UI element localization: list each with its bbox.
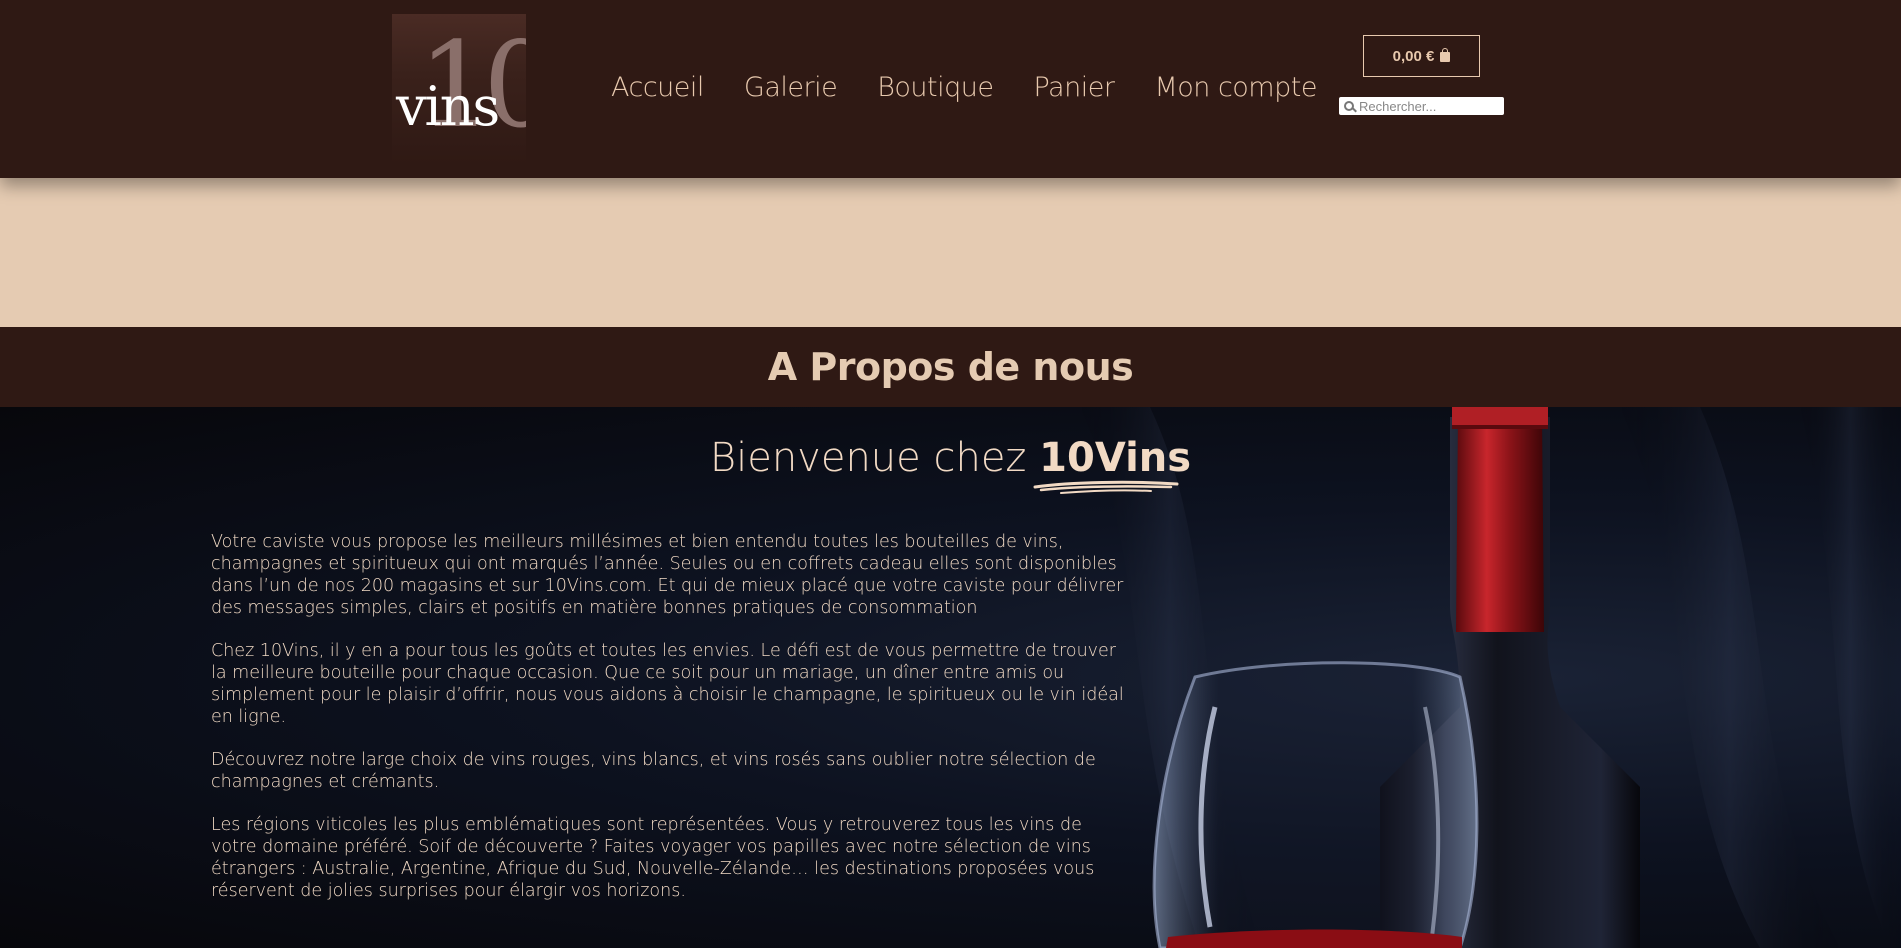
page-title: A Propos de nous — [767, 345, 1134, 389]
main-nav: Accueil Galerie Boutique Panier Mon comp… — [611, 72, 1317, 103]
search-box[interactable] — [1339, 97, 1504, 115]
about-paragraph: Découvrez notre large choix de vins roug… — [211, 750, 1096, 792]
welcome-prefix: Bienvenue chez — [709, 435, 1027, 481]
shopping-bag-icon — [1440, 48, 1451, 62]
site-header: 10 vins Accueil Galerie Boutique Panier … — [0, 0, 1901, 178]
welcome-brand-text: 10Vins — [1039, 435, 1192, 481]
search-input[interactable] — [1359, 98, 1499, 114]
welcome-heading: Bienvenue chez 10Vins — [0, 435, 1901, 494]
cart-total: 0,00 € — [1392, 47, 1435, 65]
cart-button[interactable]: 0,00 € — [1363, 35, 1480, 77]
wine-bottle-glass-image — [1152, 407, 1640, 948]
logo[interactable]: 10 vins — [392, 14, 526, 164]
nav-item-panier[interactable]: Panier — [1033, 72, 1114, 103]
nav-item-boutique[interactable]: Boutique — [877, 72, 994, 103]
about-paragraph: Chez 10Vins, il y en a pour tous les goû… — [211, 641, 1124, 727]
brush-underline — [1033, 480, 1179, 494]
search-icon — [1344, 101, 1354, 111]
nav-item-mon-compte[interactable]: Mon compte — [1154, 72, 1317, 103]
nav-item-galerie[interactable]: Galerie — [744, 72, 838, 103]
about-text: Votre caviste vous propose les meilleurs… — [211, 531, 1131, 923]
about-paragraph: Votre caviste vous propose les meilleurs… — [211, 532, 1124, 618]
nav-item-accueil[interactable]: Accueil — [611, 72, 704, 103]
welcome-brand: 10Vins — [1033, 435, 1192, 494]
section-title-bar: A Propos de nous — [0, 327, 1901, 407]
logo-word: vins — [396, 75, 500, 138]
banner-band — [0, 178, 1901, 327]
about-paragraph: Les régions viticoles les plus emblémati… — [211, 815, 1095, 901]
about-hero: Bienvenue chez 10Vins Votre caviste vous… — [0, 407, 1901, 948]
